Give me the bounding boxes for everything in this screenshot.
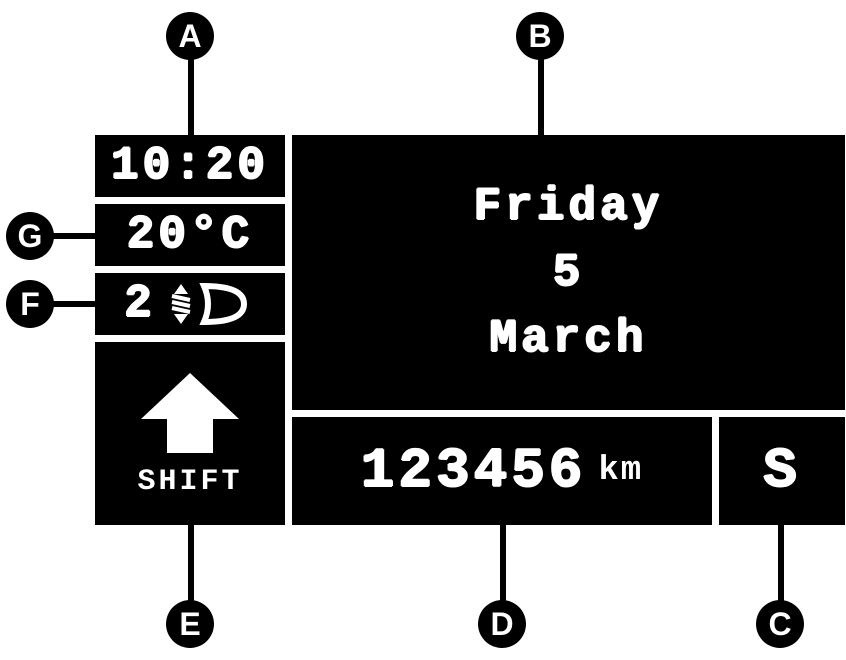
headlight-icon [166,280,256,328]
leader-c [778,522,784,602]
callout-d: D [478,600,526,648]
leader-g [52,233,98,239]
odometer-value: 123456 [361,439,587,503]
callout-e: E [166,600,214,648]
leader-b [538,58,544,138]
callout-g: G [6,212,54,260]
temperature-panel: 20°C [95,204,285,266]
leader-e [188,522,194,602]
shift-label: SHIFT [137,465,242,499]
leader-a [188,58,194,138]
shift-panel: SHIFT [95,342,285,525]
clock-panel: 10:20 [95,135,285,197]
leader-f [52,301,98,307]
date-panel: Friday 5 March [292,135,845,410]
headlight-level: 2 [124,278,156,330]
date-month: March [489,313,647,365]
odometer-unit: km [598,452,643,490]
clock-time: 10:20 [111,140,269,192]
odometer-panel: 123456 km [292,417,712,525]
headlight-panel: 2 [95,273,285,335]
callout-c: C [756,600,804,648]
temperature-value: 20°C [127,209,253,261]
callout-b: B [516,12,564,60]
drive-mode-value: S [763,439,801,503]
callout-f: F [6,280,54,328]
shift-up-arrow-icon [135,369,245,459]
date-weekday: Friday [474,181,664,233]
leader-d [500,522,506,602]
callout-a: A [166,12,214,60]
drive-mode-panel: S [719,417,845,525]
instrument-display: 10:20 20°C 2 SHIFT Friday 5 March 123456… [95,135,845,525]
date-day: 5 [553,247,585,299]
